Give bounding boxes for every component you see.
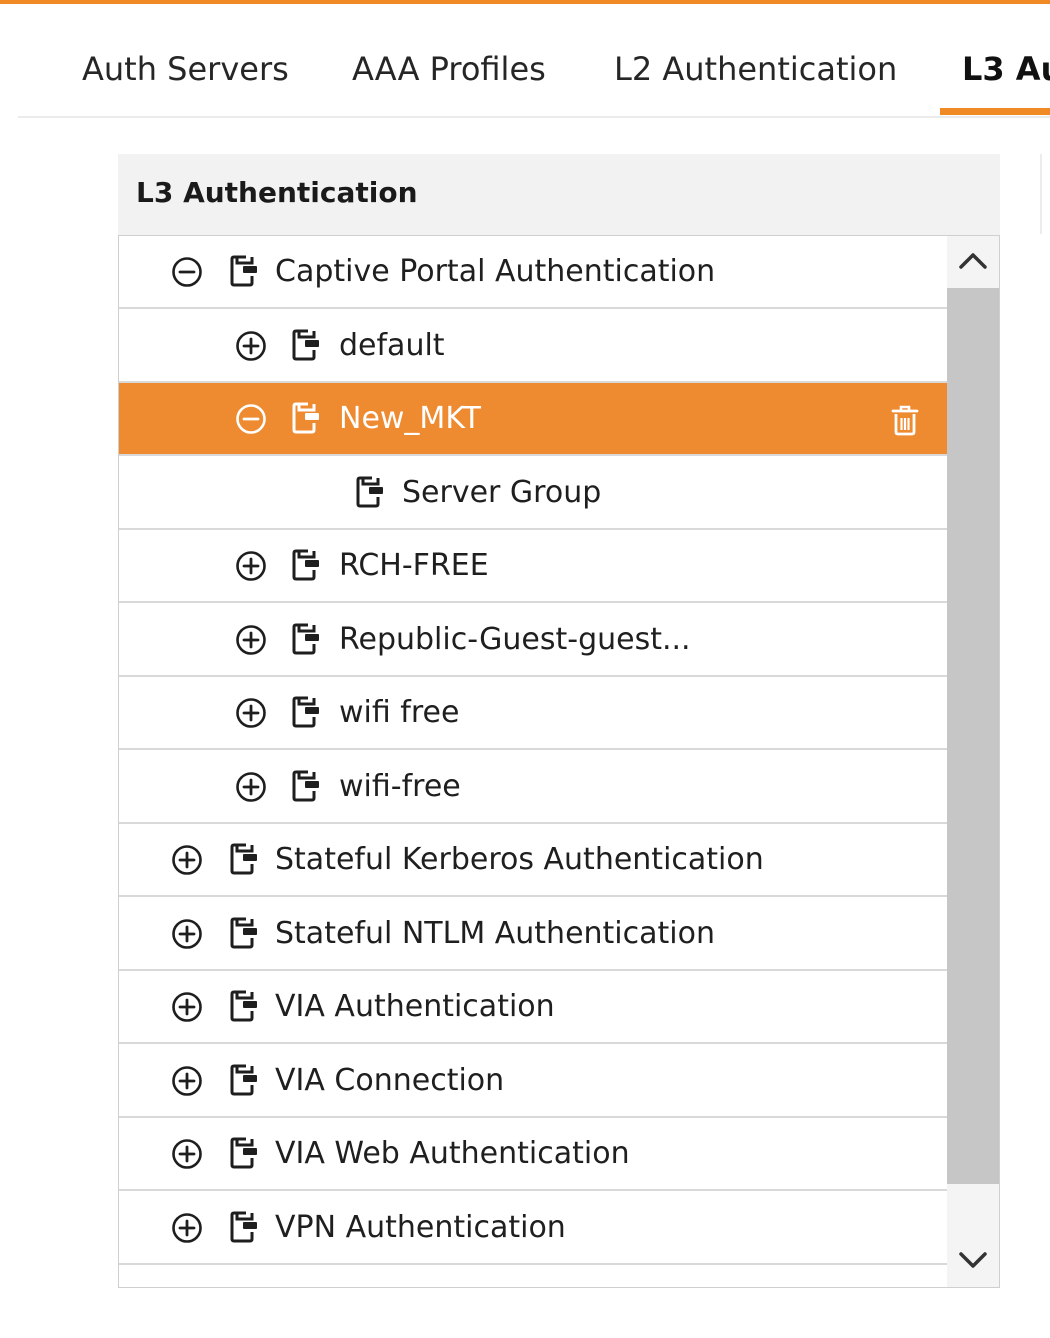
tree-row-label: wifi-free (339, 768, 461, 804)
panel-header: L3 Authentication (118, 154, 1000, 235)
profile-document-icon (229, 254, 259, 288)
tree-row-vpn-authentication[interactable]: VPN Authentication (119, 1191, 947, 1265)
profile-document-icon (229, 989, 259, 1023)
tab-bar-divider (18, 116, 1050, 118)
profile-document-icon (229, 1063, 259, 1097)
expand-toggle-icon[interactable] (235, 330, 267, 362)
tab-aaa-profiles[interactable]: AAA Profiles (352, 46, 546, 92)
tree-row-label: VIA Authentication (275, 989, 555, 1024)
expand-toggle-icon[interactable] (171, 1212, 203, 1244)
tree-row-via-connection[interactable]: VIA Connection (119, 1044, 947, 1118)
chevron-down-icon (959, 1252, 987, 1268)
tree-scrollbar[interactable] (947, 236, 999, 1287)
tree-row-server-group[interactable]: Server Group (119, 456, 947, 530)
tree-row-label: VPN Authentication (275, 1209, 566, 1245)
active-tab-indicator (940, 108, 1050, 115)
collapse-toggle-icon[interactable] (171, 256, 203, 288)
tree-row-label: VIA Connection (275, 1062, 505, 1098)
expand-toggle-icon[interactable] (235, 771, 267, 803)
tree-row-republic-guest-guest[interactable]: Republic-Guest-guest... (119, 603, 947, 677)
collapse-toggle-icon[interactable] (235, 403, 267, 435)
tree-row-label: Captive Portal Authentication (275, 254, 716, 289)
tree-row-wifi-free[interactable]: wifi free (119, 677, 947, 750)
tree-row-label: New_MKT (339, 401, 481, 436)
tree-row-label: Server Group (402, 474, 602, 510)
trash-icon (891, 405, 919, 436)
profile-document-icon (291, 328, 321, 362)
tab-bar: Auth Servers AAA Profiles L2 Authenticat… (0, 0, 1050, 118)
expand-toggle-icon[interactable] (235, 624, 267, 656)
profile-document-icon (229, 1210, 259, 1244)
expand-toggle-icon[interactable] (171, 844, 203, 876)
profile-document-icon (291, 695, 321, 729)
tree-row-label: RCH-FREE (339, 548, 489, 583)
tree-row-label: VIA Web Authentication (275, 1136, 630, 1171)
tree-row-stateful-kerberos-authentication[interactable]: Stateful Kerberos Authentication (119, 824, 947, 897)
tab-auth-servers[interactable]: Auth Servers (82, 46, 289, 92)
tree-row-new-mkt[interactable]: New_MKT (119, 383, 947, 456)
expand-toggle-icon[interactable] (171, 1138, 203, 1170)
tree-row-label: Stateful NTLM Authentication (275, 915, 715, 951)
tab-l2-authentication[interactable]: L2 Authentication (614, 46, 897, 92)
tree-row-label: wifi free (339, 695, 460, 730)
tree-row-via-web-authentication[interactable]: VIA Web Authentication (119, 1118, 947, 1191)
tree-row-captive-portal-authentication[interactable]: Captive Portal Authentication (119, 236, 947, 309)
expand-toggle-icon[interactable] (235, 697, 267, 729)
tree-row-label: Republic-Guest-guest... (339, 621, 691, 657)
profile-document-icon (229, 842, 259, 876)
profile-document-icon (291, 401, 321, 435)
panel-title: L3 Authentication (136, 176, 418, 209)
profile-document-icon (229, 916, 259, 950)
tree-row-rch-free[interactable]: RCH-FREE (119, 530, 947, 603)
scroll-down-button[interactable] (947, 1235, 999, 1287)
profile-tree: Captive Portal Authentication default New_… (118, 235, 1000, 1288)
tree-row-via-authentication[interactable]: VIA Authentication (119, 971, 947, 1044)
profile-document-icon (291, 769, 321, 803)
expand-toggle-icon[interactable] (171, 918, 203, 950)
profile-document-icon (291, 548, 321, 582)
tree-row-stateful-ntlm-authentication[interactable]: Stateful NTLM Authentication (119, 897, 947, 971)
expand-toggle-icon[interactable] (235, 550, 267, 582)
expand-toggle-icon[interactable] (171, 991, 203, 1023)
tree-row-default[interactable]: default (119, 309, 947, 383)
scroll-thumb[interactable] (947, 288, 999, 1184)
delete-profile-button[interactable] (889, 403, 921, 437)
profile-document-icon (229, 1136, 259, 1170)
profile-document-icon (355, 475, 385, 509)
scroll-up-button[interactable] (947, 236, 999, 288)
profile-document-icon (291, 622, 321, 656)
tree-row-wifi-free[interactable]: wifi-free (119, 750, 947, 824)
tree-row-label: Stateful Kerberos Authentication (275, 842, 764, 877)
l3-authentication-panel: L3 Authentication Captive Portal Authent… (118, 154, 1000, 1288)
tab-l3-authentication[interactable]: L3 Au (962, 46, 1050, 92)
adjacent-panel-edge (1040, 154, 1050, 234)
expand-toggle-icon[interactable] (171, 1065, 203, 1097)
tree-row-label: default (339, 327, 445, 363)
chevron-up-icon (959, 253, 987, 269)
